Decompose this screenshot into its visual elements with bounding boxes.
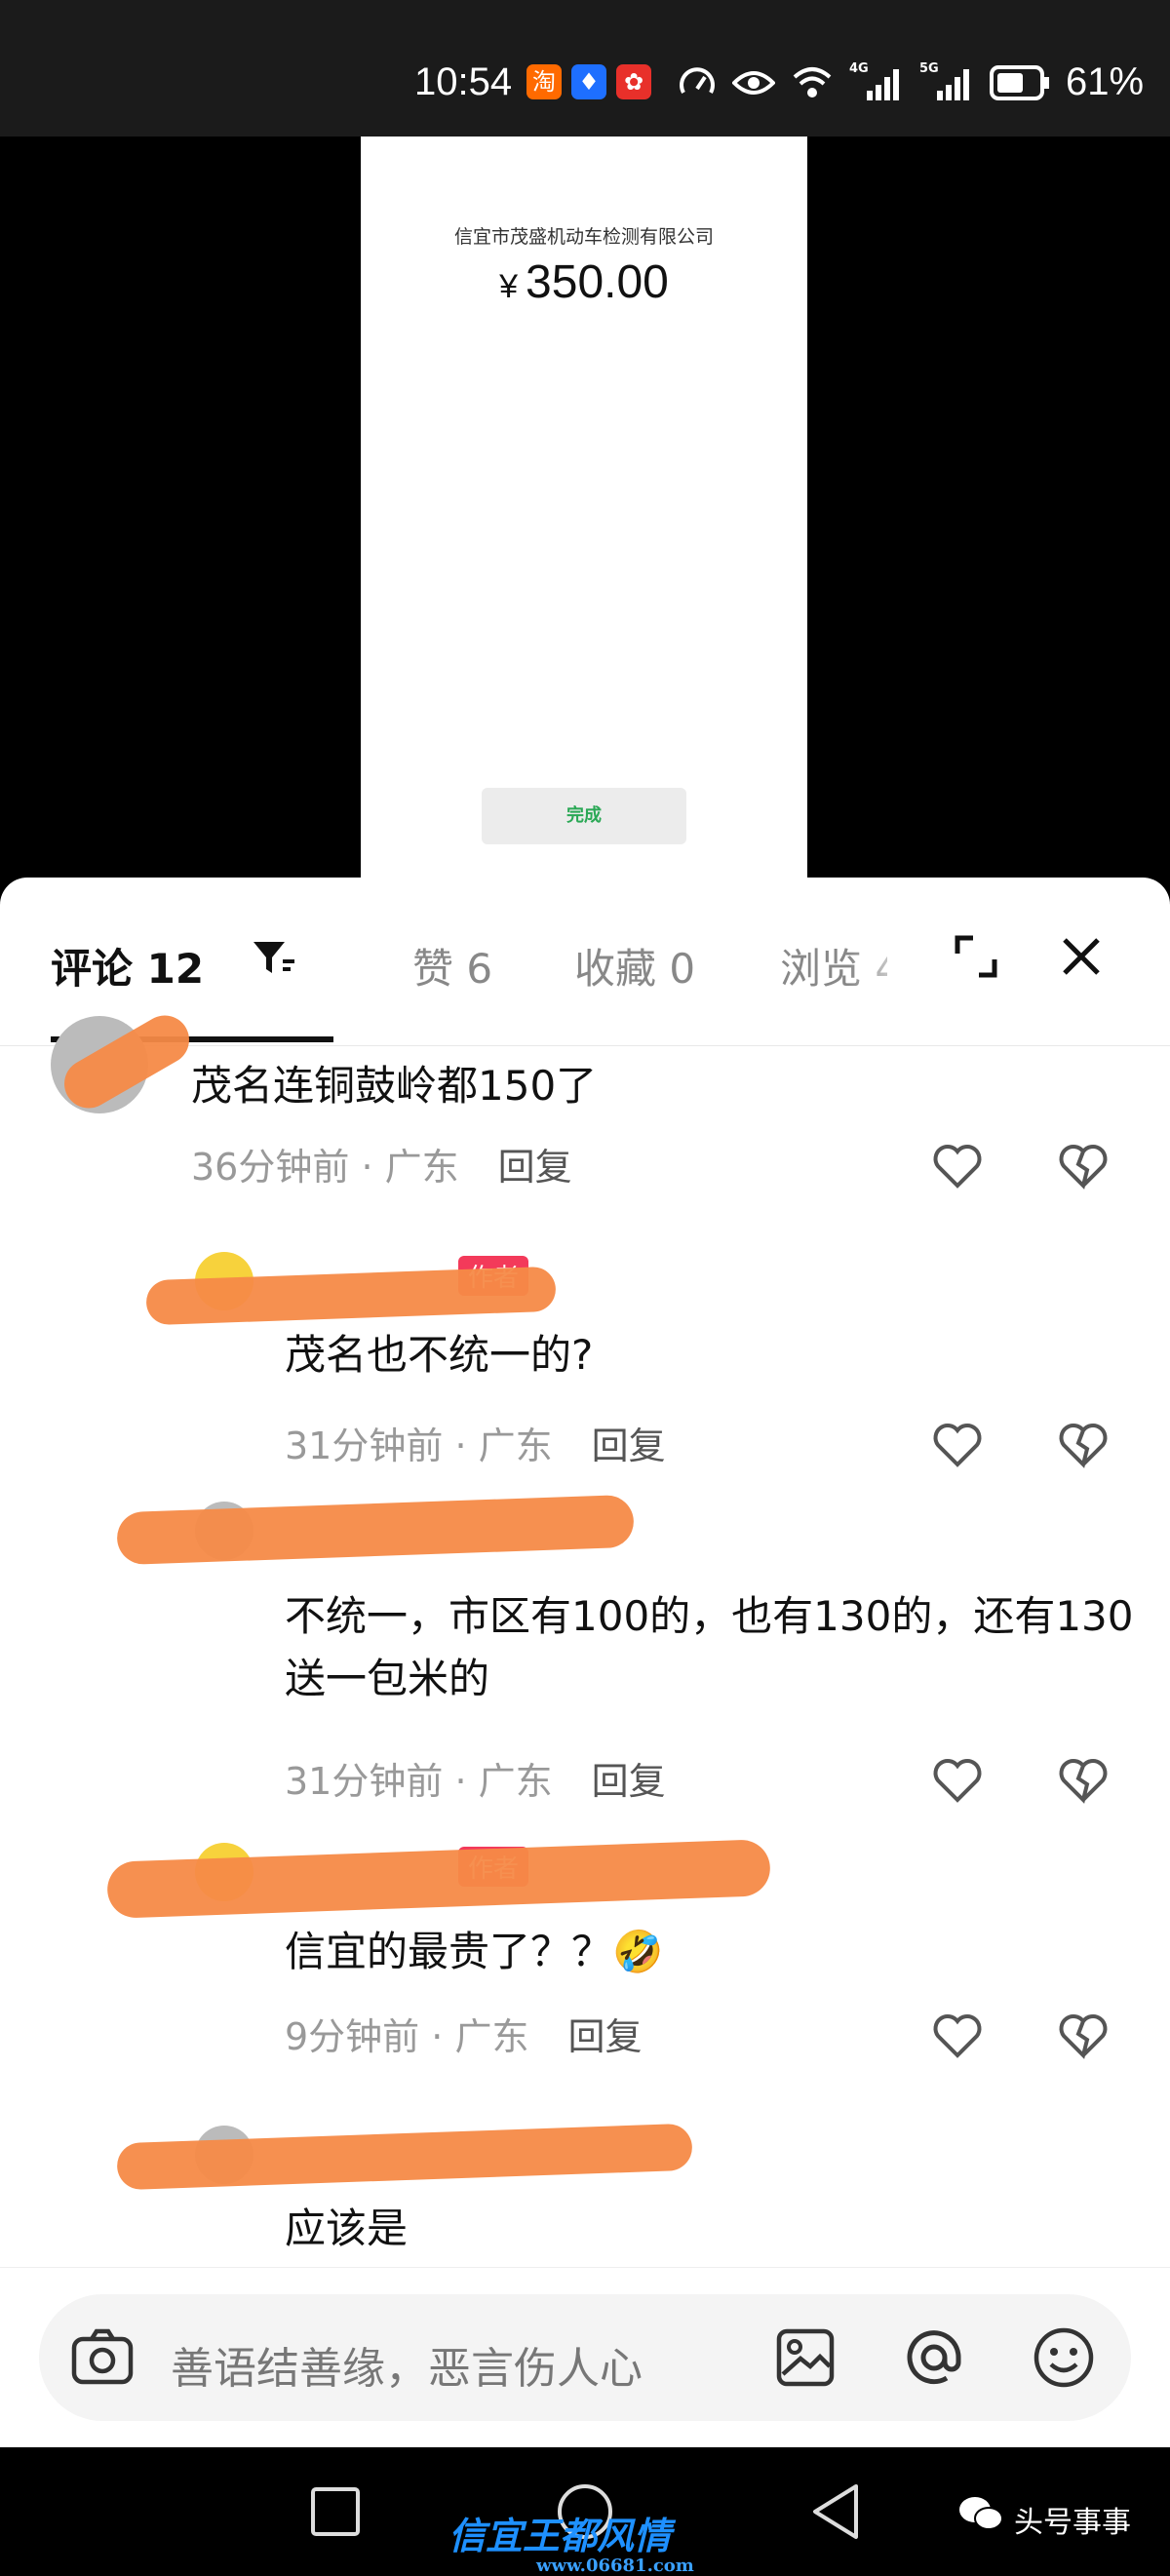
mention-icon[interactable]: [902, 2325, 966, 2390]
comment-meta: 31分钟前 · 广东 回复: [285, 1425, 666, 1467]
comment-text: 应该是: [285, 2205, 409, 2252]
comment-region: 广东: [384, 1146, 459, 1189]
currency-symbol: ¥: [499, 268, 519, 305]
close-icon[interactable]: [1059, 934, 1104, 979]
amount-value: 350.00: [526, 256, 669, 308]
comment-meta: 9分钟前 · 广东 回复: [285, 2015, 643, 2058]
back-icon[interactable]: [809, 2482, 862, 2541]
comment-text: 不统一，市区有100的，也有130的，还有130送一包米的: [285, 1592, 1134, 1702]
wechat-icon: [959, 2497, 1003, 2530]
eye-icon: [732, 70, 775, 95]
signal-4g-icon: 4G: [849, 61, 904, 102]
comment-item[interactable]: 作者 信宜的最贵了？？🤣 9分钟前 · 广东回复: [0, 1839, 1170, 2096]
heart-icon[interactable]: [932, 1420, 983, 1470]
notification-icons: 淘 ♦ ✿: [526, 64, 651, 99]
watermark-url: www.06681.com: [536, 2556, 694, 2576]
merchant-name: 信宜市茂盛机动车检测有限公司: [453, 226, 714, 248]
recent-apps-icon[interactable]: [310, 2486, 361, 2537]
comment-meta: 36分钟前 · 广东 回复: [191, 1146, 572, 1189]
signal-5g-icon: 5G: [919, 61, 974, 102]
comment-sheet: 评论 12 赞 6 收藏 0 浏览 4 茂名连铜鼓岭都150了 36分钟前 · …: [0, 878, 1170, 2447]
broken-heart-icon[interactable]: [1058, 1420, 1109, 1470]
tab-fade: [848, 917, 926, 1014]
wechat-account-label: 头号事事: [1014, 2506, 1131, 2540]
tab-likes[interactable]: 赞 6: [412, 936, 492, 995]
heart-icon[interactable]: [932, 1141, 983, 1191]
speedometer-icon: [680, 66, 715, 94]
comment-item[interactable]: 不统一，市区有100的，也有130的，还有130送一包米的 31分钟前 · 广东…: [0, 1494, 1170, 1804]
comment-text: 茂名也不统一的?: [285, 1331, 594, 1379]
heart-icon[interactable]: [932, 2010, 983, 2061]
camera-icon[interactable]: [70, 2327, 135, 2388]
comment-input[interactable]: 善语结善缘，恶言伤人心: [39, 2294, 1131, 2421]
broken-heart-icon[interactable]: [1058, 1755, 1109, 1806]
tab-comments[interactable]: 评论 12: [51, 936, 204, 995]
reply-button[interactable]: 回复: [592, 1425, 666, 1467]
system-status: 4G 5G 61%: [678, 60, 1144, 104]
comment-input-bar: 善语结善缘，恶言伤人心: [0, 2267, 1170, 2447]
filter-icon[interactable]: [250, 934, 298, 983]
watermark-title: 信宜王都风情: [448, 2514, 672, 2557]
payment-receipt: 信宜市茂盛机动车检测有限公司 ¥350.00 完成: [361, 137, 807, 878]
redbook-app-icon: ✿: [616, 64, 651, 99]
image-preview[interactable]: 信宜市茂盛机动车检测有限公司 ¥350.00 完成: [0, 137, 1170, 878]
comment-region: 广东: [478, 1425, 553, 1467]
input-placeholder: 善语结善缘，恶言伤人心: [171, 2344, 643, 2394]
comment-meta: 31分钟前 · 广东 回复: [285, 1760, 666, 1803]
status-bar: 10:54 淘 ♦ ✿ 4G 5G 61%: [0, 0, 1170, 137]
expand-icon[interactable]: [954, 934, 998, 979]
comment-text: 茂名连铜鼓岭都150了: [191, 1062, 598, 1110]
broken-heart-icon[interactable]: [1058, 2010, 1109, 2061]
reply-button[interactable]: 回复: [567, 2015, 642, 2058]
reply-button[interactable]: 回复: [592, 1760, 666, 1803]
reply-button[interactable]: 回复: [498, 1146, 572, 1189]
comment-time: 31分钟前: [285, 1760, 444, 1803]
done-button: 完成: [482, 788, 686, 844]
image-icon[interactable]: [775, 2327, 836, 2388]
comment-time: 31分钟前: [285, 1425, 444, 1467]
lightbulb-app-icon: ♦: [571, 64, 606, 99]
wifi-icon: [793, 66, 832, 98]
redaction-mark: [116, 1494, 635, 1566]
heart-icon[interactable]: [932, 1755, 983, 1806]
tab-favorites[interactable]: 收藏 0: [574, 936, 695, 995]
comment-item[interactable]: 作者 茂名也不统一的? 31分钟前 · 广东回复: [0, 1238, 1170, 1502]
payment-amount: ¥350.00: [361, 255, 807, 309]
comment-region: 广东: [454, 2015, 529, 2058]
site-watermark: 信宜王都风情 www.06681.com: [448, 2506, 694, 2576]
taobao-app-icon: 淘: [526, 64, 562, 99]
broken-heart-icon[interactable]: [1058, 1141, 1109, 1191]
comment-time: 36分钟前: [191, 1146, 350, 1189]
comment-time: 9分钟前: [285, 2015, 420, 2058]
emoji-icon[interactable]: [1032, 2325, 1096, 2390]
comment-region: 广东: [478, 1760, 553, 1803]
battery-icon: [990, 64, 1049, 100]
status-time: 10:54: [414, 60, 513, 103]
comment-item[interactable]: 应该是: [0, 2123, 1170, 2267]
comment-text: 信宜的最贵了？？🤣: [285, 1928, 664, 1975]
battery-percent: 61%: [1066, 60, 1145, 103]
